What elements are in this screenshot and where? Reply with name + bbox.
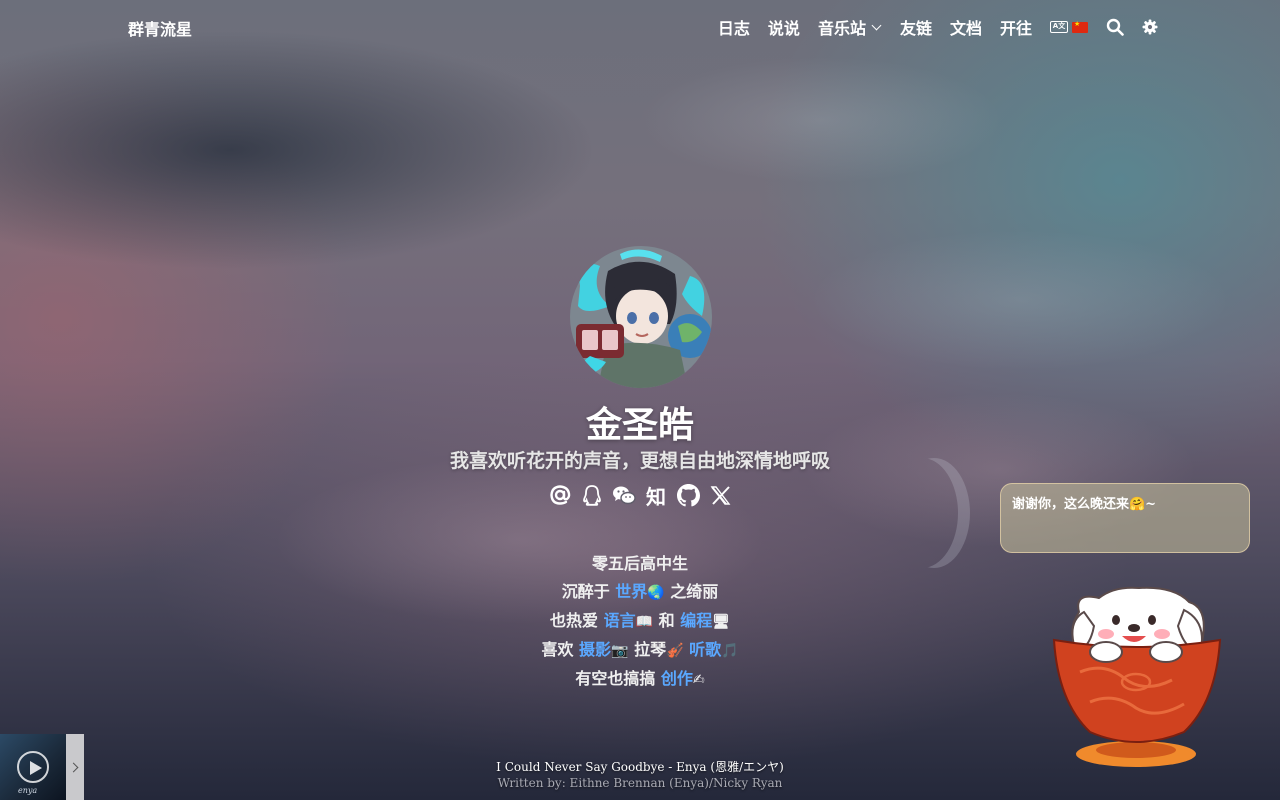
wechat-icon bbox=[613, 486, 636, 505]
nav-item-moments[interactable]: 说说 bbox=[768, 15, 800, 39]
bio-text: 之绮丽 bbox=[664, 582, 719, 601]
github-link[interactable] bbox=[676, 483, 700, 507]
violin-icon: 🎻 bbox=[666, 643, 684, 659]
dog-in-bowl-mascot bbox=[1052, 586, 1222, 767]
bio-link-creation[interactable]: 创作 bbox=[661, 669, 693, 688]
nav-item-friends[interactable]: 友链 bbox=[900, 15, 932, 39]
song-credits: Written by: Eithne Brennan (Enya)/Nicky … bbox=[497, 776, 783, 790]
qq-link[interactable] bbox=[580, 483, 604, 507]
avatar-illustration bbox=[570, 246, 712, 388]
mascot-widget[interactable] bbox=[1044, 582, 1230, 774]
bio-text: 拉琴 bbox=[628, 640, 667, 659]
nav-item-travelling[interactable]: 开往 bbox=[1000, 15, 1032, 39]
mascot-speech-bubble: 谢谢你，这么晚还来🤗~ bbox=[1000, 483, 1250, 553]
play-icon[interactable] bbox=[17, 751, 49, 783]
nav-item-music-dropdown[interactable]: 音乐站 bbox=[818, 15, 882, 39]
avatar bbox=[570, 246, 712, 388]
player-expand-button[interactable] bbox=[66, 734, 84, 800]
qq-icon bbox=[583, 485, 601, 506]
settings-button[interactable] bbox=[1142, 19, 1158, 35]
nav-menu: 日志 说说 音乐站 友链 文档 开往 A文 bbox=[718, 15, 1158, 39]
site-brand[interactable]: 群青流星 bbox=[128, 16, 192, 40]
zhihu-link[interactable]: 知 bbox=[644, 483, 668, 509]
bio-link-programming[interactable]: 编程 bbox=[680, 611, 712, 630]
music-note-icon: 🎵 bbox=[721, 643, 739, 659]
bio-link-language[interactable]: 语言 bbox=[604, 611, 636, 630]
chevron-down-icon bbox=[871, 20, 882, 30]
bio-text: 也热爱 bbox=[550, 611, 604, 630]
bio-text: 和 bbox=[653, 611, 681, 630]
bio-link-music[interactable]: 听歌 bbox=[684, 640, 721, 659]
chevron-right-icon bbox=[68, 762, 79, 772]
wechat-link[interactable] bbox=[612, 483, 636, 507]
bio-link-photography[interactable]: 摄影 bbox=[579, 640, 611, 659]
camera-icon: 📷 bbox=[611, 643, 629, 659]
music-player-cover[interactable]: enya bbox=[0, 734, 66, 800]
search-button[interactable] bbox=[1106, 18, 1124, 36]
bio-line: 零五后高中生 bbox=[0, 550, 1280, 578]
x-twitter-link[interactable] bbox=[708, 483, 732, 507]
github-icon bbox=[676, 483, 700, 506]
nav-item-blog[interactable]: 日志 bbox=[718, 15, 750, 39]
top-navbar: 群青流星 日志 说说 音乐站 友链 文档 开往 A文 bbox=[0, 0, 1280, 52]
profile-name: 金圣皓 bbox=[585, 404, 694, 446]
earth-globe-icon: 🌏 bbox=[647, 585, 665, 601]
bio-text: 沉醉于 bbox=[561, 582, 616, 601]
translate-icon: A文 bbox=[1050, 21, 1068, 33]
computer-icon: 🖥 bbox=[712, 614, 730, 630]
language-switcher[interactable]: A文 bbox=[1050, 20, 1088, 33]
nav-item-music-label: 音乐站 bbox=[817, 19, 866, 38]
email-link[interactable] bbox=[548, 483, 572, 507]
writing-hand-icon: ✍ bbox=[692, 672, 705, 688]
album-cover-label: enya bbox=[18, 786, 38, 795]
cn-flag-icon bbox=[1072, 20, 1088, 33]
nav-item-docs[interactable]: 文档 bbox=[950, 15, 982, 39]
book-icon: 📖 bbox=[635, 614, 654, 630]
bio-link-world[interactable]: 世界 bbox=[615, 582, 647, 601]
search-icon bbox=[1106, 18, 1124, 36]
bio-text: 有空也搞搞 bbox=[575, 669, 661, 688]
zhihu-icon: 知 bbox=[646, 484, 666, 509]
gear-icon bbox=[1142, 19, 1158, 35]
profile-motto: 我喜欢听花开的声音，更想自由地深情地呼吸 bbox=[449, 450, 830, 472]
at-email-icon bbox=[550, 485, 571, 505]
bio-text: 喜欢 bbox=[541, 640, 580, 659]
bio-text: 零五后高中生 bbox=[591, 554, 688, 573]
x-twitter-icon bbox=[710, 485, 730, 505]
